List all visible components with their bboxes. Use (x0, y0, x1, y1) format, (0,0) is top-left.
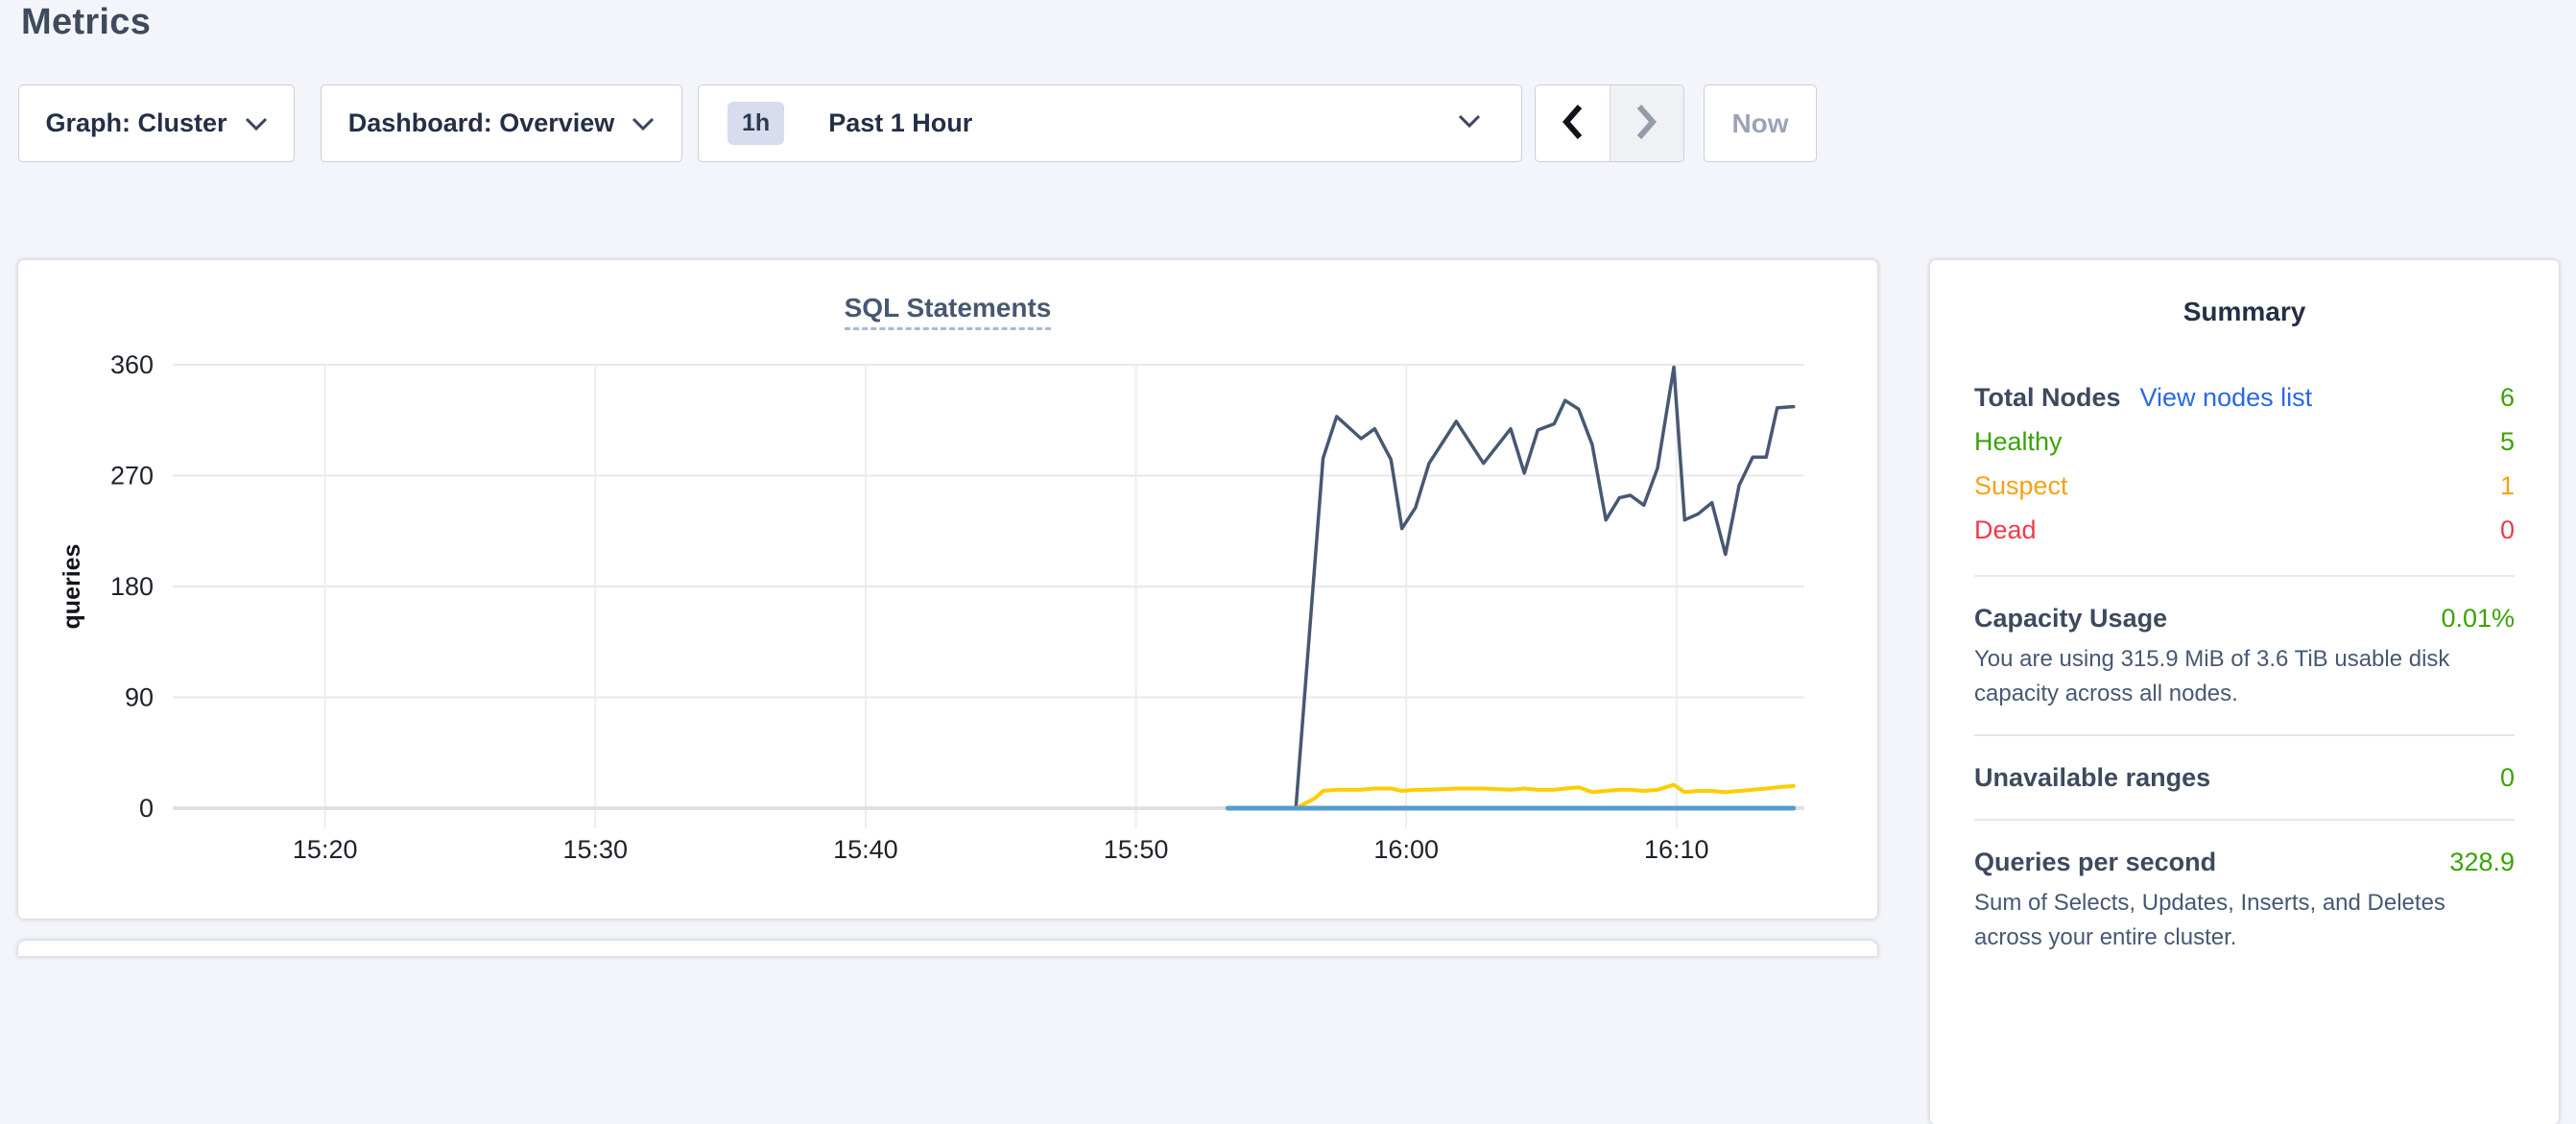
time-range-dropdown[interactable]: 1h Past 1 Hour (698, 84, 1522, 162)
summary-title: Summary (1974, 297, 2515, 327)
summary-panel: Summary Total Nodes View nodes list 6 He… (1930, 260, 2559, 1124)
queries-per-second-section: Queries per second 328.9 Sum of Selects,… (1974, 844, 2515, 955)
time-step-buttons (1535, 84, 1684, 162)
queries-per-second-value: 328.9 (2449, 844, 2515, 880)
svg-text:180: 180 (110, 572, 154, 601)
dead-value: 0 (2500, 508, 2515, 552)
page-title: Metrics (21, 2, 151, 43)
time-range-badge: 1h (727, 102, 784, 145)
svg-text:15:50: 15:50 (1104, 835, 1169, 864)
graph-dropdown[interactable]: Graph: Cluster (18, 84, 295, 162)
svg-text:360: 360 (110, 350, 154, 379)
capacity-usage-section: Capacity Usage 0.01% You are using 315.9… (1974, 600, 2515, 711)
divider (1974, 734, 2515, 736)
svg-text:0: 0 (139, 794, 154, 823)
dashboard-dropdown-label: Dashboard: Overview (348, 108, 615, 138)
svg-text:16:00: 16:00 (1373, 835, 1439, 864)
next-chart-card-partial (18, 941, 1877, 956)
svg-text:90: 90 (125, 683, 154, 712)
suspect-value: 1 (2500, 464, 2515, 508)
controls-bar: Graph: Cluster Dashboard: Overview 1h Pa… (18, 84, 1817, 162)
chart-title-row: SQL Statements (18, 293, 1877, 330)
svg-text:15:40: 15:40 (833, 835, 898, 864)
unavailable-ranges-section: Unavailable ranges 0 (1974, 759, 2515, 796)
unavailable-ranges-label: Unavailable ranges (1974, 759, 2210, 796)
svg-text:270: 270 (110, 462, 154, 490)
divider (1974, 575, 2515, 577)
capacity-usage-label: Capacity Usage (1974, 600, 2167, 636)
chevron-down-icon (632, 108, 655, 138)
queries-per-second-description: Sum of Selects, Updates, Inserts, and De… (1974, 886, 2515, 955)
healthy-label: Healthy (1974, 419, 2063, 464)
time-range-label: Past 1 Hour (828, 108, 972, 138)
svg-text:queries: queries (59, 544, 85, 630)
svg-text:16:10: 16:10 (1644, 835, 1709, 864)
divider (1974, 819, 2515, 821)
dead-label: Dead (1974, 508, 2037, 552)
chevron-down-icon (1458, 114, 1481, 133)
dashboard-dropdown[interactable]: Dashboard: Overview (321, 84, 682, 162)
capacity-usage-description: You are using 315.9 MiB of 3.6 TiB usabl… (1974, 642, 2515, 711)
time-forward-button[interactable] (1610, 85, 1684, 161)
sql-statements-chart-card: SQL Statements 15:20 15:30 15:40 15:50 16:00… (18, 260, 1877, 919)
healthy-value: 5 (2500, 419, 2515, 464)
time-back-button[interactable] (1536, 85, 1610, 161)
healthy-nodes-row: Healthy 5 (1974, 419, 2515, 464)
suspect-label: Suspect (1974, 464, 2068, 508)
now-button[interactable]: Now (1704, 84, 1817, 162)
capacity-usage-value: 0.01% (2441, 600, 2515, 636)
node-status-block: Total Nodes View nodes list 6 Healthy 5 … (1974, 375, 2515, 552)
total-nodes-value: 6 (2500, 375, 2515, 419)
dead-nodes-row: Dead 0 (1974, 508, 2515, 552)
chevron-left-icon (1560, 102, 1585, 145)
view-nodes-list-link[interactable]: View nodes list (2140, 375, 2313, 419)
suspect-nodes-row: Suspect 1 (1974, 464, 2515, 508)
svg-text:15:30: 15:30 (563, 835, 629, 864)
graph-dropdown-label: Graph: Cluster (45, 108, 227, 138)
chart-title[interactable]: SQL Statements (845, 293, 1052, 330)
total-nodes-row: Total Nodes View nodes list 6 (1974, 375, 2515, 419)
total-nodes-label: Total Nodes (1974, 375, 2121, 419)
svg-text:15:20: 15:20 (293, 835, 358, 864)
unavailable-ranges-value: 0 (2500, 759, 2515, 796)
chevron-right-icon (1634, 102, 1659, 145)
chevron-down-icon (245, 108, 268, 138)
sql-statements-chart[interactable]: 15:20 15:30 15:40 15:50 16:00 16:10 0 90 180 270 3… (18, 260, 1877, 919)
queries-per-second-label: Queries per second (1974, 844, 2216, 880)
